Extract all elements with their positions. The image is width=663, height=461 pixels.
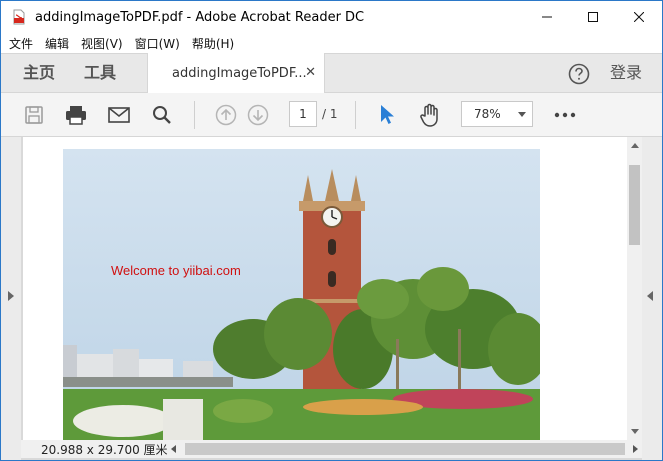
overlay-text: Welcome to yiibai.com xyxy=(111,263,241,278)
status-bar: 20.988 x 29.700 厘米 xyxy=(21,440,642,458)
horizontal-scrollbar[interactable] xyxy=(167,440,642,458)
menu-help[interactable]: 帮助(H) xyxy=(186,35,240,52)
title-bar: addingImageToPDF.pdf - Adobe Acrobat Rea… xyxy=(1,1,662,33)
close-button[interactable] xyxy=(616,1,662,33)
acrobat-window: addingImageToPDF.pdf - Adobe Acrobat Rea… xyxy=(0,0,663,461)
scroll-down-icon[interactable] xyxy=(631,429,639,434)
hand-icon xyxy=(420,103,438,127)
toolbar: 1 / 1 78% xyxy=(1,93,662,137)
search-icon xyxy=(153,106,171,124)
page-size-label: 20.988 x 29.700 厘米 xyxy=(41,443,168,457)
horizontal-scroll-thumb[interactable] xyxy=(185,443,625,455)
search-button[interactable] xyxy=(150,103,174,127)
signin-link[interactable]: 登录 xyxy=(610,54,642,92)
page-number-input[interactable]: 1 xyxy=(289,101,317,127)
menu-window[interactable]: 窗口(W) xyxy=(129,35,186,52)
close-icon xyxy=(634,12,644,22)
envelope-icon xyxy=(108,107,130,123)
more-options-icon[interactable] xyxy=(553,103,577,127)
menu-file[interactable]: 文件 xyxy=(1,35,39,52)
pdf-page: Welcome to yiibai.com xyxy=(23,137,627,440)
pdf-file-icon xyxy=(13,9,25,25)
hand-tool-button[interactable] xyxy=(418,103,442,127)
print-button[interactable] xyxy=(64,103,88,127)
minimize-button[interactable] xyxy=(524,1,570,33)
expand-left-icon[interactable] xyxy=(8,291,14,301)
maximize-button[interactable] xyxy=(570,1,616,33)
save-button[interactable] xyxy=(22,103,46,127)
chevron-down-icon xyxy=(518,112,526,117)
minimize-icon xyxy=(542,16,552,18)
save-icon xyxy=(25,106,43,124)
vertical-scrollbar[interactable] xyxy=(627,137,642,440)
close-tab-icon[interactable]: ✕ xyxy=(305,65,316,80)
window-title: addingImageToPDF.pdf - Adobe Acrobat Rea… xyxy=(35,9,365,25)
scroll-up-icon[interactable] xyxy=(631,143,639,148)
clock-tower-photo: Welcome to yiibai.com xyxy=(63,149,540,440)
vertical-scroll-thumb[interactable] xyxy=(629,165,640,245)
scroll-left-icon[interactable] xyxy=(171,445,176,453)
tab-bar: 主页 工具 addingImageToPDF... ✕ 登录 xyxy=(1,53,662,93)
scroll-right-icon[interactable] xyxy=(633,445,638,453)
next-page-button[interactable] xyxy=(246,103,270,127)
select-tool-button[interactable] xyxy=(375,103,399,127)
email-button[interactable] xyxy=(107,103,131,127)
document-viewport: Welcome to yiibai.com 20.988 x 29.700 厘米 xyxy=(1,137,662,460)
arrow-up-circle-icon xyxy=(215,104,237,126)
toolbar-divider xyxy=(355,101,356,129)
help-icon[interactable] xyxy=(568,63,590,85)
zoom-value: 78% xyxy=(474,107,501,121)
page-total: / 1 xyxy=(322,107,338,121)
menu-bar: 文件 编辑 视图(V) 窗口(W) 帮助(H) xyxy=(1,33,662,53)
maximize-icon xyxy=(588,12,598,22)
toolbar-divider xyxy=(194,101,195,129)
printer-icon xyxy=(66,106,86,125)
tab-home[interactable]: 主页 xyxy=(23,54,55,92)
expand-right-icon[interactable] xyxy=(647,291,653,301)
document-tab-label: addingImageToPDF... xyxy=(172,65,307,81)
menu-edit[interactable]: 编辑 xyxy=(39,35,75,52)
tab-tools[interactable]: 工具 xyxy=(84,54,116,92)
menu-view[interactable]: 视图(V) xyxy=(75,35,129,52)
tab-document[interactable]: addingImageToPDF... ✕ xyxy=(147,53,325,93)
zoom-dropdown[interactable]: 78% xyxy=(461,101,533,127)
arrow-down-circle-icon xyxy=(247,104,269,126)
previous-page-button[interactable] xyxy=(214,103,238,127)
cursor-arrow-icon xyxy=(381,105,394,124)
